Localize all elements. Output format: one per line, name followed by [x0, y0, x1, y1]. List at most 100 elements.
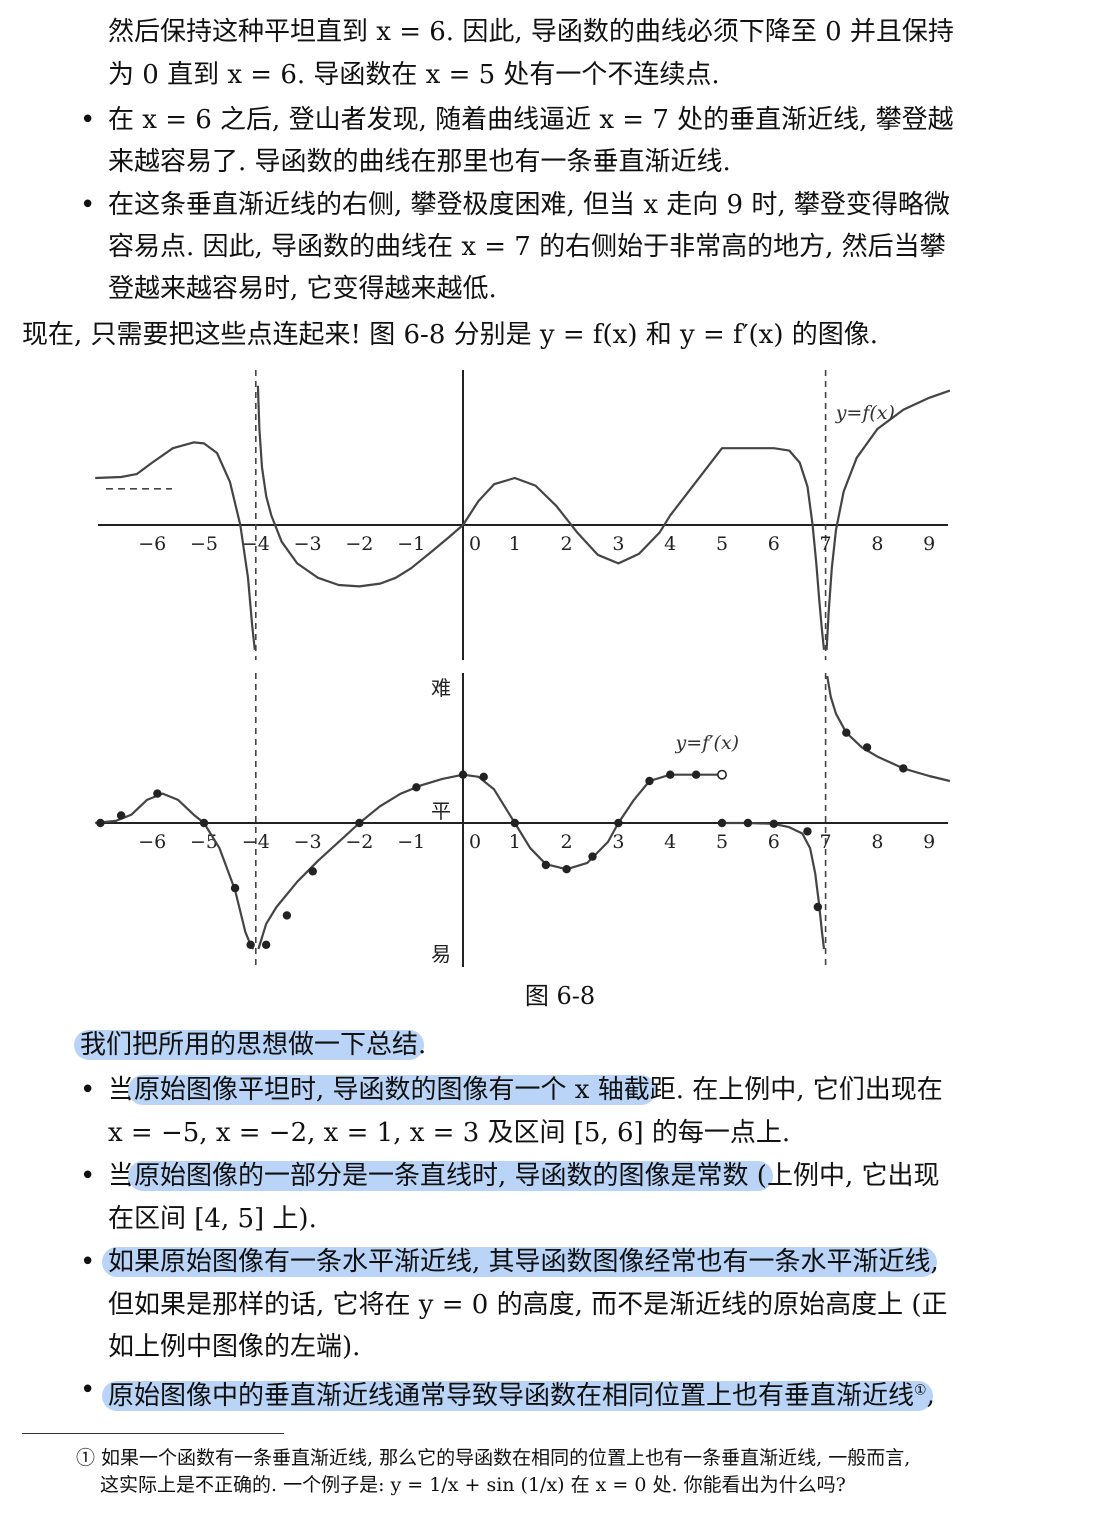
highlight: 我们把所用的思想做一下总结	[74, 1030, 425, 1060]
highlight: 原始图像的一部分是一条直线时, 导函数的图像是常数 (	[128, 1161, 773, 1191]
tick-label: 1	[509, 533, 521, 555]
summary-bullet-line: 如果原始图像有一条水平渐近线, 其导函数图像经常也有一条水平渐近线,	[102, 1245, 939, 1279]
tick-label: 2	[561, 533, 573, 555]
summary-line: 我们把所用的思想做一下总结.	[74, 1028, 427, 1062]
data-point	[116, 811, 126, 820]
bullet-dot: •	[80, 1247, 96, 1277]
curve-segment	[825, 389, 951, 650]
bullet-dot: •	[80, 1075, 96, 1105]
bullet-line: 登越来越容易时, 它变得越来越低.	[108, 274, 497, 304]
open-point	[716, 769, 727, 780]
summary-bullet-line: 如上例中图像的左端).	[108, 1332, 361, 1362]
summary-bullet-line: 当原始图像平坦时, 导函数的图像有一个 x 轴截距. 在上例中, 它们出现在	[108, 1073, 943, 1107]
tick-label: 4	[664, 831, 676, 853]
bullet-line: 容易点. 因此, 导函数的曲线在 x = 7 的右侧始于非常高的地方, 然后当攀	[108, 232, 946, 262]
bullet-dot: •	[80, 1375, 96, 1405]
footnote-line: 这实际上是不正确的. 一个例子是: y = 1/x + sin (1/x) 在 …	[100, 1474, 846, 1496]
tick-label: 9	[923, 533, 935, 555]
data-point	[230, 883, 240, 893]
graph-f: −6 −5 −4 −3 −2 −1 0 1 2 3 4 5 6 7 8 9 y=f(x)	[95, 370, 951, 660]
tick-label: −1	[397, 533, 425, 555]
tick-label: −2	[345, 831, 373, 853]
bullet-dot: •	[80, 105, 96, 135]
tick-label: 0	[469, 831, 481, 853]
data-point	[588, 852, 597, 861]
tick-label: 2	[561, 831, 573, 853]
tick-label: −5	[190, 831, 218, 853]
tick-label: 3	[612, 533, 624, 555]
text-fragment: ,	[930, 1247, 939, 1277]
summary-bullet-line: 但如果是那样的话, 它将在 y = 0 的高度, 而不是渐近线的原始高度上 (正	[108, 1290, 948, 1320]
data-point	[510, 818, 519, 828]
tick-label: 8	[871, 533, 883, 555]
bullet-line: 在这条垂直渐近线的右侧, 攀登极度困难, 但当 x 走向 9 时, 攀登变得略微	[108, 190, 950, 220]
highlight: 如果原始图像有一条水平渐近线, 其导函数图像经常也有一条水平渐近线	[102, 1247, 937, 1277]
y-axis-label: 难	[431, 676, 451, 700]
data-point	[96, 818, 105, 828]
data-point	[541, 860, 551, 870]
tick-label: 0	[469, 533, 481, 555]
footnote-marker: ①	[914, 1382, 927, 1398]
bullet-dot: •	[80, 190, 96, 220]
data-point	[261, 940, 271, 949]
data-point	[691, 770, 701, 779]
data-point	[769, 819, 778, 829]
tick-label: −6	[138, 831, 166, 853]
data-point	[199, 818, 209, 828]
data-point	[842, 728, 851, 737]
bullet-line: 在 x = 6 之后, 登山者发现, 随着曲线逼近 x = 7 处的垂直渐近线,…	[108, 105, 954, 135]
footnote-line: ① 如果一个函数有一条垂直渐近线, 那么它的导函数在相同的位置上也有一条垂直渐近…	[76, 1447, 911, 1469]
summary-end: .	[418, 1030, 427, 1060]
data-point	[803, 827, 812, 836]
data-point	[743, 818, 753, 828]
data-point	[899, 764, 908, 773]
tick-label: 9	[923, 831, 935, 853]
tick-label: 8	[871, 831, 883, 853]
footnote-rule	[22, 1433, 284, 1434]
data-point	[458, 770, 468, 779]
data-point	[645, 776, 654, 786]
summary-bullet-line: x = −5, x = −2, x = 1, x = 3 及区间 [5, 6] …	[108, 1118, 791, 1148]
curve-label: y=f(x)	[835, 402, 895, 424]
figure-6-8: −6 −5 −4 −3 −2 −1 0 1 2 3 4 5 6 7 8 9y=f(x) −6 −5 −4 −3 −2−…	[95, 370, 951, 967]
data-point	[153, 789, 162, 798]
paragraph-line: 为 0 直到 x = 6. 导函数在 x = 5 处有一个不连续点.	[108, 60, 720, 90]
data-point	[282, 911, 292, 920]
data-point	[308, 867, 317, 876]
bullet-line: 来越容易了. 导函数的曲线在那里也有一条垂直渐近线.	[108, 147, 731, 177]
curve-label: y=f′(x)	[675, 732, 740, 754]
paragraph-line: 现在, 只需要把这些点连起来! 图 6-8 分别是 y = f(x) 和 y =…	[22, 320, 879, 350]
bullet-dot: •	[80, 1161, 96, 1191]
tick-label: −3	[294, 533, 322, 555]
figure-caption: 图 6-8	[524, 982, 596, 1010]
curve-segment	[95, 441, 256, 650]
text-fragment: 距. 在上例中, 它们出现在	[649, 1075, 943, 1105]
tick-label: −4	[242, 831, 270, 853]
tick-label: 7	[820, 831, 832, 853]
data-point	[479, 772, 488, 781]
data-point	[614, 818, 623, 828]
tick-label: −6	[138, 533, 166, 555]
curve-segment	[257, 773, 722, 950]
y-axis-label: 易	[431, 942, 451, 966]
text-fragment: 上例中, 它出现	[766, 1161, 940, 1191]
curve-segment	[256, 385, 464, 588]
text-fragment: ,	[926, 1380, 935, 1411]
text-fragment: 原始图像中的垂直渐近线通常导致导函数在相同位置上也有垂直渐近线	[108, 1380, 915, 1411]
data-point	[355, 818, 364, 828]
tick-label: −5	[190, 533, 218, 555]
summary-bullet-line: 当原始图像的一部分是一条直线时, 导函数的图像是常数 (上例中, 它出现	[108, 1159, 940, 1193]
tick-label: 3	[612, 831, 624, 853]
summary-bullet-line: 原始图像中的垂直渐近线通常导致导函数在相同位置上也有垂直渐近线①,	[102, 1373, 935, 1413]
tick-label: 1	[509, 831, 521, 853]
data-point	[246, 940, 255, 949]
tick-label: 6	[768, 831, 780, 853]
curve-segment	[826, 675, 951, 783]
data-point	[666, 770, 675, 779]
highlight: 原始图像平坦时, 导函数的图像有一个 x 轴截	[128, 1075, 656, 1105]
data-point	[813, 902, 823, 912]
tick-label: 5	[716, 831, 728, 853]
tick-label: 5	[716, 533, 728, 555]
tick-label: 6	[768, 533, 780, 555]
tick-label: −2	[345, 533, 373, 555]
